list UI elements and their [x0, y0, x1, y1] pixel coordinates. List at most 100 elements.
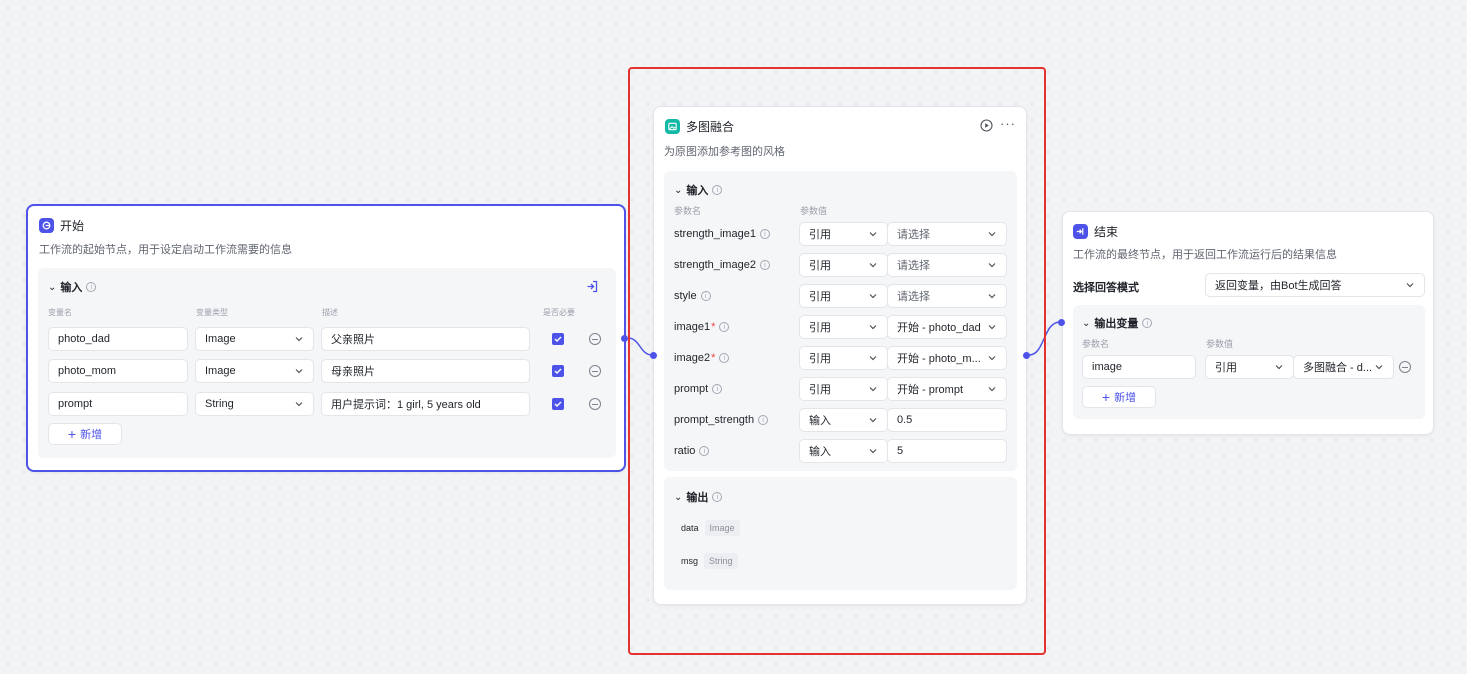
- remove-row-icon[interactable]: [1399, 361, 1411, 373]
- chevron-down-icon: [988, 263, 996, 268]
- variable-type-select[interactable]: Image: [195, 327, 314, 351]
- play-circle-icon[interactable]: [980, 119, 993, 132]
- required-mark: *: [711, 352, 716, 364]
- chevron-down-icon: [295, 369, 303, 374]
- param-label: strength_image1 i: [674, 228, 770, 240]
- col-header-name: 参数名: [674, 206, 702, 216]
- chevron-down-icon: ⌄: [1082, 317, 1091, 329]
- param-mode-select[interactable]: 引用: [799, 377, 888, 401]
- col-header-name: 变量名: [48, 308, 72, 317]
- node-title: 多图融合: [686, 120, 735, 134]
- output-port[interactable]: [1023, 352, 1030, 359]
- plus-icon: +: [67, 426, 77, 442]
- remove-row-icon[interactable]: [589, 365, 601, 377]
- info-icon: i: [86, 282, 97, 292]
- col-header-desc: 描述: [322, 308, 338, 317]
- output-section: ⌄ 输出 i data Image msg String: [664, 477, 1017, 590]
- variable-type-select[interactable]: String: [195, 392, 314, 416]
- output-item: data Image: [681, 520, 740, 536]
- param-label: image1 * i: [674, 321, 730, 333]
- node-description: 为原图添加参考图的风格: [664, 146, 785, 158]
- chevron-down-icon: [869, 418, 877, 423]
- variable-name-input[interactable]: photo_dad: [48, 327, 188, 351]
- param-value-select[interactable]: 请选择: [887, 222, 1007, 246]
- chevron-down-icon: [869, 232, 877, 237]
- param-mode-select[interactable]: 输入: [799, 408, 888, 432]
- param-mode-select[interactable]: 引用: [799, 222, 888, 246]
- end-node[interactable]: 结束 工作流的最终节点，用于返回工作流运行后的结果信息 选择回答模式 返回变量，…: [1062, 211, 1434, 435]
- input-port[interactable]: [650, 352, 657, 359]
- chevron-down-icon: [1275, 365, 1283, 370]
- chevron-down-icon: [869, 356, 877, 361]
- param-value-select[interactable]: 开始 - photo_m...: [887, 346, 1007, 370]
- param-value-input[interactable]: 0.5: [887, 408, 1007, 432]
- description-input[interactable]: 父亲照片: [321, 327, 530, 351]
- chevron-down-icon: [869, 263, 877, 268]
- description-input[interactable]: 母亲照片: [321, 359, 530, 383]
- param-value-input[interactable]: 5: [887, 439, 1007, 463]
- info-icon: i: [759, 260, 770, 270]
- start-node[interactable]: 开始 工作流的起始节点，用于设定启动工作流需要的信息 ⌄ 输入 i 变量名 变量…: [26, 204, 626, 472]
- chevron-down-icon: [869, 294, 877, 299]
- required-checkbox[interactable]: [552, 333, 564, 345]
- remove-row-icon[interactable]: [589, 398, 601, 410]
- variable-name-input[interactable]: photo_mom: [48, 359, 188, 383]
- node-description: 工作流的起始节点，用于设定启动工作流需要的信息: [39, 244, 292, 256]
- info-icon: i: [719, 353, 730, 363]
- answer-mode-label: 选择回答模式: [1073, 282, 1139, 294]
- add-variable-button[interactable]: + 新增: [1082, 386, 1156, 408]
- param-value-select[interactable]: 请选择: [887, 284, 1007, 308]
- answer-mode-select[interactable]: 返回变量，由Bot生成回答: [1205, 273, 1425, 297]
- add-variable-button[interactable]: + 新增: [48, 423, 122, 445]
- required-checkbox[interactable]: [552, 365, 564, 377]
- more-horizontal-icon[interactable]: ···: [1000, 116, 1016, 131]
- param-label: prompt_strength i: [674, 414, 769, 426]
- input-port[interactable]: [1058, 319, 1065, 326]
- info-icon: i: [700, 291, 711, 301]
- param-mode-select[interactable]: 引用: [799, 253, 888, 277]
- value-reference-select[interactable]: 多图融合 - d...: [1293, 355, 1394, 379]
- image-fusion-node[interactable]: 多图融合 ··· 为原图添加参考图的风格 ⌄ 输入 i 参数名 参数值 stre…: [653, 106, 1027, 605]
- param-mode-select[interactable]: 引用: [799, 284, 888, 308]
- required-checkbox[interactable]: [552, 398, 564, 410]
- info-icon: i: [759, 229, 770, 239]
- param-value-select[interactable]: 开始 - photo_dad: [887, 315, 1007, 339]
- param-mode-select[interactable]: 引用: [799, 315, 888, 339]
- info-icon: i: [712, 185, 723, 195]
- description-input[interactable]: 用户提示词：1 girl, 5 years old: [321, 392, 530, 416]
- chevron-down-icon: [295, 402, 303, 407]
- param-name-input[interactable]: image: [1082, 355, 1196, 379]
- info-icon: i: [712, 492, 723, 502]
- output-port[interactable]: [621, 335, 628, 342]
- param-mode-select[interactable]: 引用: [799, 346, 888, 370]
- section-header[interactable]: ⌄ 输出 i: [674, 489, 723, 505]
- variable-name-input[interactable]: prompt: [48, 392, 188, 416]
- chevron-down-icon: [869, 449, 877, 454]
- param-value-select[interactable]: 开始 - prompt: [887, 377, 1007, 401]
- chevron-down-icon: [988, 232, 996, 237]
- variable-type-select[interactable]: Image: [195, 359, 314, 383]
- section-header[interactable]: ⌄ 输出变量 i: [1082, 315, 1153, 331]
- chevron-down-icon: [988, 356, 996, 361]
- import-icon[interactable]: [586, 280, 599, 293]
- required-mark: *: [711, 321, 716, 333]
- output-item: msg String: [681, 553, 738, 569]
- info-icon: i: [758, 415, 769, 425]
- section-header[interactable]: ⌄ 输入 i: [674, 182, 723, 198]
- plus-icon: +: [1101, 389, 1111, 405]
- value-mode-select[interactable]: 引用: [1205, 355, 1294, 379]
- section-header[interactable]: ⌄ 输入 i: [48, 279, 97, 295]
- chevron-down-icon: [295, 337, 303, 342]
- param-value-select[interactable]: 请选择: [887, 253, 1007, 277]
- input-section: ⌄ 输入 i 变量名 变量类型 描述 是否必要 photo_dad Image …: [38, 268, 616, 458]
- chevron-down-icon: ⌄: [674, 184, 683, 196]
- image-fusion-icon: [665, 119, 680, 134]
- param-mode-select[interactable]: 输入: [799, 439, 888, 463]
- info-icon: i: [1142, 318, 1153, 328]
- input-section: ⌄ 输入 i 参数名 参数值 strength_image1 i 引用 请选择 stre…: [664, 171, 1017, 471]
- remove-row-icon[interactable]: [589, 333, 601, 345]
- info-icon: i: [699, 446, 710, 456]
- param-label: ratio i: [674, 445, 710, 457]
- info-icon: i: [719, 322, 730, 332]
- param-label: image2 * i: [674, 352, 730, 364]
